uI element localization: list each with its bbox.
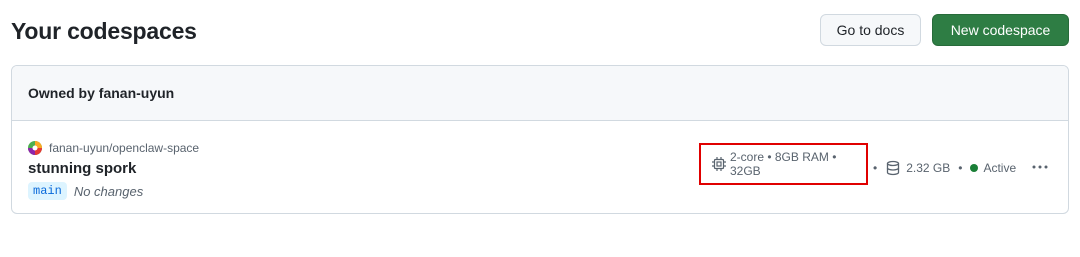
cpu-icon <box>711 156 727 172</box>
page-title: Your codespaces <box>11 18 197 44</box>
changes-status: No changes <box>73 183 144 199</box>
new-codespace-button[interactable]: New codespace <box>932 14 1069 46</box>
active-status-dot <box>970 164 979 172</box>
database-icon <box>885 160 901 176</box>
codespace-row[interactable]: fanan-uyun/openclaw-space stunning spork… <box>12 121 1068 213</box>
kebab-icon[interactable] <box>1030 157 1050 177</box>
storage-size: 2.32 GB <box>906 161 951 175</box>
repo-line: fanan-uyun/openclaw-space <box>27 140 199 156</box>
separator-dot: • <box>873 161 878 175</box>
storage-status-group: • 2.32 GB • Active <box>868 121 1017 213</box>
branch-badge: main <box>28 182 67 200</box>
go-to-docs-button[interactable]: Go to docs <box>820 14 921 46</box>
repo-avatar-icon <box>28 141 42 155</box>
codespaces-card: Owned by fanan-uyun fanan-uyun/openclaw-… <box>11 65 1069 214</box>
machine-spec: 2-core • 8GB RAM • 32GB <box>730 150 837 178</box>
page-header: Your codespaces Go to docs New codespace <box>11 14 1069 48</box>
codespace-name[interactable]: stunning spork <box>28 160 136 177</box>
machine-spec-highlight: 2-core • 8GB RAM • 32GB <box>699 143 868 185</box>
owner-group-header: Owned by fanan-uyun <box>12 66 1068 121</box>
owner-label: Owned by fanan-uyun <box>28 85 175 101</box>
repo-name[interactable]: fanan-uyun/openclaw-space <box>49 141 199 155</box>
branch-line: main No changes <box>28 182 143 200</box>
separator-dot: • <box>958 161 963 175</box>
status-text: Active <box>983 161 1017 175</box>
